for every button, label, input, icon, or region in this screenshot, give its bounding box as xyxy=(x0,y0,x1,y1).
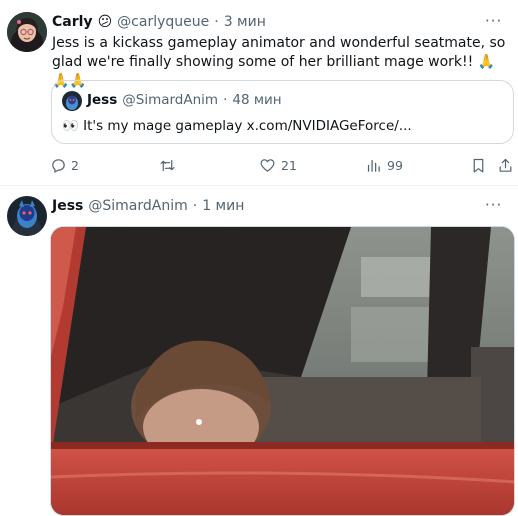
share-icon xyxy=(499,158,512,172)
avatar-carly[interactable] xyxy=(7,12,47,52)
avatar-jess-small[interactable] xyxy=(62,91,82,111)
reply-count: 2 xyxy=(71,158,79,173)
author-name[interactable]: Carly xyxy=(52,14,93,30)
reply-button[interactable]: 2 xyxy=(50,157,79,174)
reply-icon xyxy=(52,159,65,173)
views-icon xyxy=(367,159,380,172)
author-name[interactable]: Jess xyxy=(52,198,83,214)
bookmark-button[interactable] xyxy=(470,157,487,174)
avatar-carly-illustration xyxy=(7,12,47,52)
more-icon[interactable]: ··· xyxy=(485,12,502,30)
tweet-jess[interactable]: Jess @SimardAnim · 1 мин ··· xyxy=(0,186,518,516)
separator-dot: · xyxy=(214,14,219,30)
bookmark-icon xyxy=(473,158,484,173)
like-count: 21 xyxy=(281,158,297,173)
quote-author-name[interactable]: Jess xyxy=(87,92,117,108)
avatar-jess-illustration xyxy=(62,91,82,111)
share-button[interactable] xyxy=(497,157,514,174)
separator-dot: · xyxy=(192,198,198,214)
quote-time[interactable]: 48 мин xyxy=(232,92,281,108)
author-handle[interactable]: @SimardAnim xyxy=(88,198,187,214)
media-image xyxy=(51,227,514,515)
views-button[interactable]: 99 xyxy=(365,157,403,174)
retweet-button[interactable] xyxy=(159,157,176,174)
like-button[interactable]: 21 xyxy=(259,157,297,174)
quote-separator-dot: · xyxy=(223,92,228,108)
quote-author-handle[interactable]: @SimardAnim xyxy=(122,92,218,108)
retweet-icon xyxy=(160,159,175,172)
quoted-tweet-card[interactable]: Jess @SimardAnim · 48 мин 👀 It's my mage… xyxy=(51,80,514,144)
author-emoji: 😕 xyxy=(97,14,113,30)
author-handle[interactable]: @carlyqueue xyxy=(117,14,209,30)
tweet-time[interactable]: 1 мин xyxy=(202,198,244,214)
like-icon xyxy=(260,159,275,172)
avatar-jess-illustration-large xyxy=(7,196,47,236)
views-count: 99 xyxy=(387,158,403,173)
tweet-media-gif[interactable] xyxy=(50,226,515,516)
tweet-carly[interactable]: Carly 😕 @carlyqueue · 3 мин ··· Jess is … xyxy=(0,0,518,185)
more-icon[interactable]: ··· xyxy=(485,196,502,214)
avatar-jess[interactable] xyxy=(7,196,47,236)
tweet-time[interactable]: 3 мин xyxy=(224,14,266,30)
quote-text: 👀 It's my mage gameplay x.com/NVIDIAGeFo… xyxy=(62,118,412,134)
